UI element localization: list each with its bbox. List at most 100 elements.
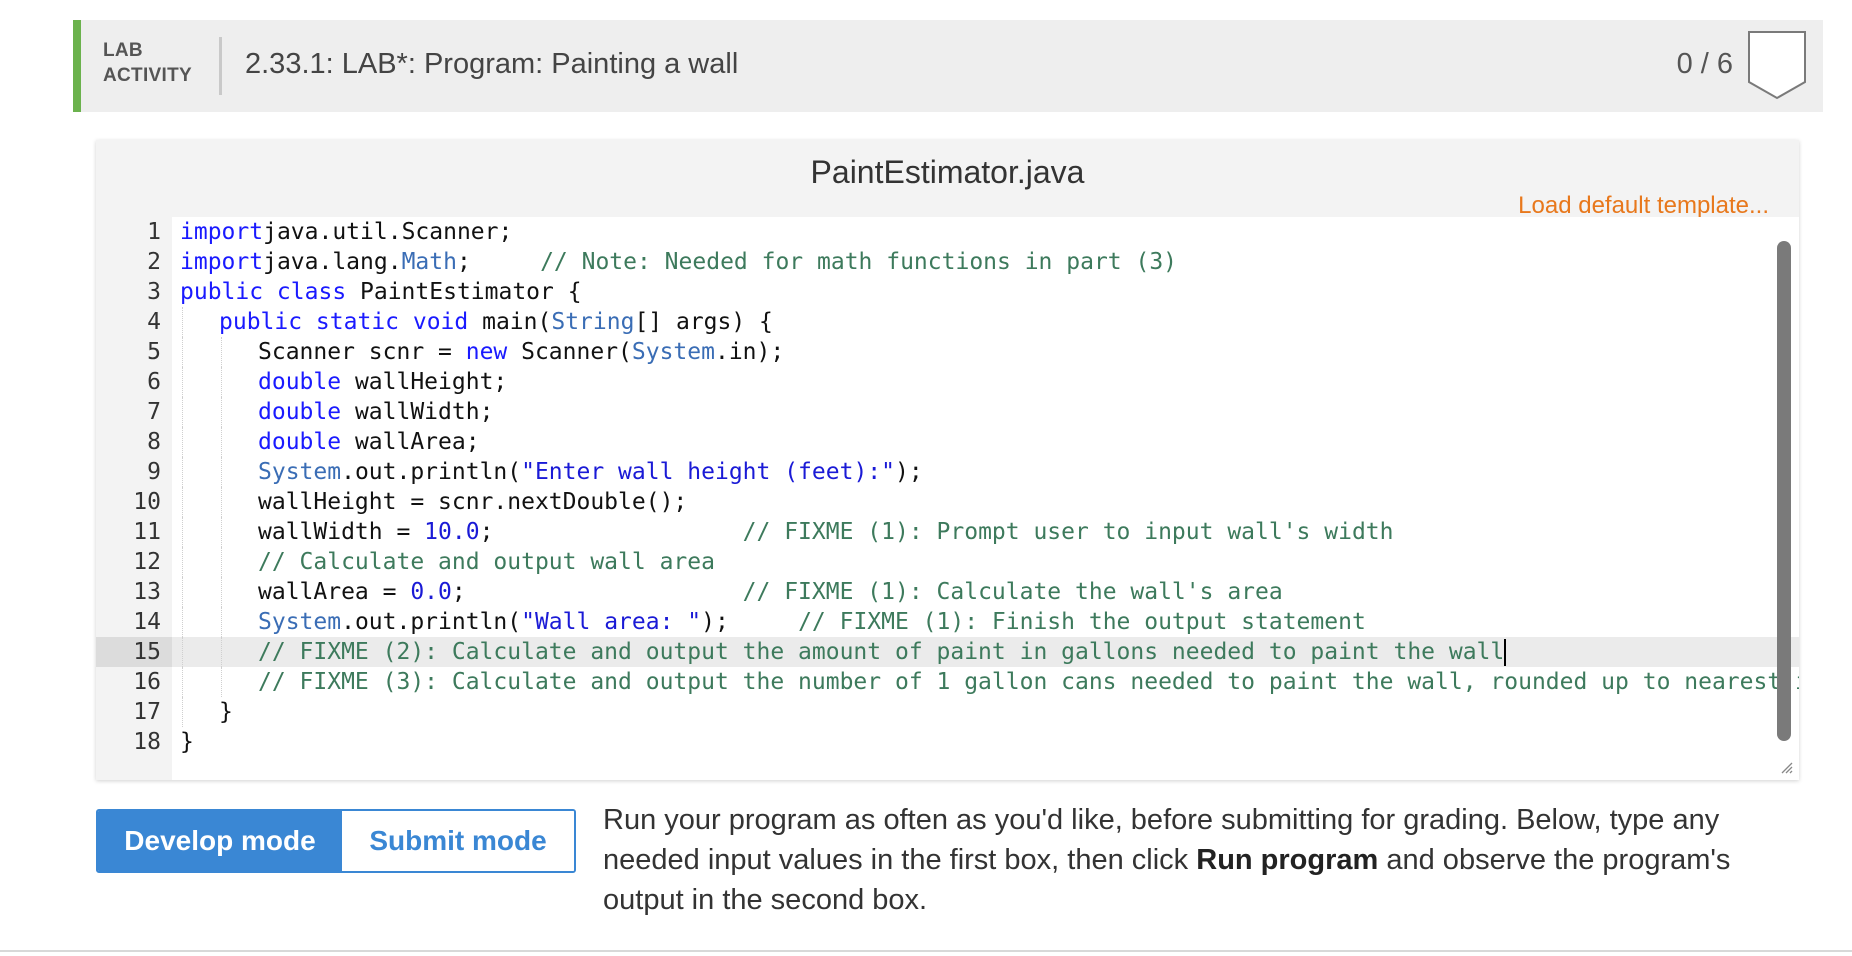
line-code: Scanner scnr = new Scanner(System.in); [258,337,784,367]
line-code: // FIXME (3): Calculate and output the n… [258,667,1799,697]
line-number: 7 [96,397,172,427]
indent-guide [182,457,183,487]
activity-title: 2.33.1: LAB*: Program: Painting a wall [245,48,739,80]
file-name: PaintEstimator.java [810,154,1085,190]
line-number: 15 [96,637,172,667]
indent-guide [182,397,183,427]
indent-guide [221,637,222,667]
code-line[interactable]: 7 double wallWidth; [96,397,1799,427]
code-line[interactable]: 4 public static void main(String[] args) … [96,307,1799,337]
code-token: "Wall area: " [521,609,702,635]
vertical-scrollbar[interactable] [1777,241,1791,741]
code-area[interactable]: 1 importjava.util.Scanner; 2 importjava.lan… [96,217,1799,780]
indent-guide [221,457,222,487]
code-line[interactable]: 9 System.out.println("Enter wall height (… [96,457,1799,487]
indent-guide [182,337,183,367]
code-line[interactable]: 17} [96,697,1799,727]
indent-guide [182,427,183,457]
line-code: System.out.println("Enter wall height (f… [258,457,923,487]
indent-guide [182,487,183,517]
line-number: 18 [96,727,172,757]
lab-label-line2: ACTIVITY [103,65,192,86]
line-code: double wallWidth; [258,397,493,427]
resize-grip-icon[interactable] [1779,760,1793,774]
code-token: PaintEstimator { [346,279,582,305]
line-number: 8 [96,427,172,457]
line-number: 3 [96,277,172,307]
code-line[interactable]: 11 wallWidth = 10.0; // FIXME (1): Prompt… [96,517,1799,547]
code-token: // FIXME (2): Calculate and output the a… [258,639,1505,665]
code-editor: PaintEstimator.java Load default templat… [96,140,1799,780]
code-token: "Enter wall height (feet):" [521,459,895,485]
code-line[interactable]: 6 double wallHeight; [96,367,1799,397]
code-token: System [258,459,342,485]
line-code: // Calculate and output wall area [258,547,715,577]
indent-guide [182,517,183,547]
code-token: import [180,219,264,245]
indent-guide [221,427,222,457]
code-line[interactable]: 10 wallHeight = scnr.nextDouble(); [96,487,1799,517]
code-token: wallWidth; [341,399,494,425]
develop-mode-button[interactable]: Develop mode [98,811,342,871]
code-line[interactable]: 1 importjava.util.Scanner; [96,217,1799,247]
code-token: import [180,249,264,275]
code-token: ; [479,519,743,545]
code-token: System [258,609,342,635]
line-number: 10 [96,487,172,517]
instructions-run-program: Run program [1196,844,1379,876]
code-token: wallWidth = [258,519,425,545]
code-line[interactable]: 3 public class PaintEstimator { [96,277,1799,307]
code-token: // FIXME (1): Finish the output statemen… [798,609,1366,635]
code-token: Scanner scnr = [258,339,466,365]
code-token: wallArea; [341,429,480,455]
line-number: 16 [96,667,172,697]
code-line[interactable]: 13 wallArea = 0.0; // FIXME (1): Calculat… [96,577,1799,607]
code-token: wallHeight; [341,369,508,395]
indent-guide [221,367,222,397]
load-default-template-link[interactable]: Load default template... [1518,192,1769,220]
code-token: } [219,699,233,725]
code-token: wallArea = [258,579,411,605]
indent-guide [221,337,222,367]
code-line[interactable]: 2 importjava.lang.Math; // Note: Needed f… [96,247,1799,277]
header-divider [219,37,222,95]
indent-guide [221,607,222,637]
line-number: 1 [96,217,172,247]
indent-guide [221,517,222,547]
code-token: new [465,339,508,365]
line-code: } [219,697,233,727]
code-token: double [258,369,342,395]
code-line[interactable]: 15 // FIXME (2): Calculate and output the… [96,637,1799,667]
line-code: importjava.util.Scanner; [180,217,512,247]
code-line[interactable]: 5 Scanner scnr = new Scanner(System.in); [96,337,1799,367]
page-divider [0,950,1852,952]
code-line[interactable]: 8 double wallArea; [96,427,1799,457]
code-token: .out.println( [341,459,522,485]
line-number: 6 [96,367,172,397]
code-token: java.util.Scanner; [263,219,513,245]
indent-guide [182,637,183,667]
code-token: // FIXME (1): Calculate the wall's area [742,579,1283,605]
text-cursor [1504,639,1507,666]
line-code: } [180,727,194,757]
code-token: ); [701,609,799,635]
run-instructions: Run your program as often as you'd like,… [603,800,1813,920]
code-lines[interactable]: 1 importjava.util.Scanner; 2 importjava.lan… [96,217,1799,757]
code-line[interactable]: 16 // FIXME (3): Calculate and output the… [96,667,1799,697]
line-number: 4 [96,307,172,337]
line-number: 12 [96,547,172,577]
line-code: System.out.println("Wall area: "); // FI… [258,607,1366,637]
line-number: 9 [96,457,172,487]
mode-toggle: Develop mode Submit mode [96,809,576,873]
lab-activity-label: LAB ACTIVITY [103,38,192,88]
line-code: importjava.lang.Math; // Note: Needed fo… [180,247,1177,277]
code-line[interactable]: 14 System.out.println("Wall area: "); // … [96,607,1799,637]
code-line[interactable]: 12 // Calculate and output wall area [96,547,1799,577]
code-token: Math [401,249,457,275]
code-line[interactable]: 18} [96,727,1799,757]
line-code: double wallArea; [258,427,480,457]
code-token: double [258,429,342,455]
submit-mode-button[interactable]: Submit mode [342,811,574,871]
code-token: // Calculate and output wall area [258,549,715,575]
indent-guide [221,577,222,607]
